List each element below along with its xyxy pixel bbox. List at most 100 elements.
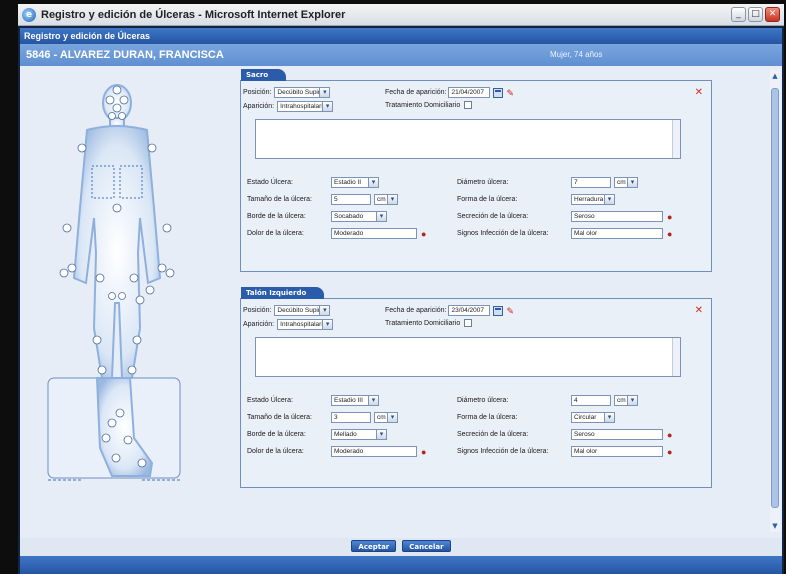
signos-input[interactable]: Mal olor: [571, 228, 663, 239]
calendar-icon[interactable]: [493, 87, 504, 98]
posicion-select[interactable]: Decúbito Supino: [274, 305, 331, 316]
bug-icon[interactable]: ●: [667, 212, 677, 222]
tratamiento-checkbox[interactable]: [464, 319, 473, 327]
point-elbow-left[interactable]: [62, 223, 72, 233]
point-head-top[interactable]: [112, 85, 122, 95]
secrecion-label: Secreción de la úlcera:: [457, 213, 529, 220]
point-toes[interactable]: [137, 458, 147, 468]
internet-explorer-icon: e: [22, 7, 36, 22]
bug-icon[interactable]: ●: [421, 447, 431, 457]
aceptar-button[interactable]: Aceptar: [351, 540, 397, 552]
tratamiento-checkbox[interactable]: [464, 101, 473, 109]
tamano-input[interactable]: 5: [331, 194, 371, 205]
forma-label: Forma de la úlcera:: [457, 414, 518, 421]
diametro-input[interactable]: 7: [571, 177, 611, 188]
point-wrist-right[interactable]: [157, 263, 167, 273]
scroll-down-icon[interactable]: ▼: [771, 522, 779, 530]
eraser-icon[interactable]: ✎: [506, 306, 516, 316]
tamano-unit-select[interactable]: cm: [374, 412, 398, 423]
point-head-left[interactable]: [105, 95, 115, 105]
posicion-select[interactable]: Decúbito Supino: [274, 87, 331, 98]
estado-select[interactable]: Estadio III: [331, 395, 379, 406]
eraser-icon[interactable]: ✎: [506, 88, 516, 98]
secrecion-input[interactable]: Seroso: [571, 429, 663, 440]
dolor-label: Dolor de la úlcera:: [247, 230, 304, 237]
point-chin-left[interactable]: [108, 112, 116, 120]
ulcer-tab-sacro[interactable]: Sacro: [241, 69, 287, 81]
minimize-button[interactable]: _: [731, 7, 746, 22]
point-shoulder-left[interactable]: [77, 143, 87, 153]
notes-scrollbar[interactable]: [672, 120, 680, 158]
diametro-input[interactable]: 4: [571, 395, 611, 406]
diametro-unit-select[interactable]: cm: [614, 395, 638, 406]
borde-select[interactable]: Socabado: [331, 211, 387, 222]
scroll-up-icon[interactable]: ▲: [771, 72, 779, 80]
point-wrist-left[interactable]: [67, 263, 77, 273]
dolor-input[interactable]: Moderado: [331, 446, 417, 457]
close-ulcer-icon[interactable]: ✕: [695, 87, 703, 98]
point-thigh-right-outer[interactable]: [145, 285, 155, 295]
tamano-label: Tamaño de la úlcera:: [247, 414, 312, 421]
point-head-right[interactable]: [119, 95, 129, 105]
point-chin-right[interactable]: [118, 112, 126, 120]
scroll-thumb[interactable]: [771, 88, 779, 508]
aparicion-select[interactable]: Intrahospitalaria: [277, 319, 334, 330]
app-content: Registro y edición de Úlceras 5846 - ALV…: [20, 28, 782, 574]
point-elbow-right[interactable]: [162, 223, 172, 233]
tamano-input[interactable]: 3: [331, 412, 371, 423]
point-heel-1[interactable]: [101, 433, 111, 443]
notes-textarea[interactable]: [255, 119, 681, 159]
diametro-label: Diámetro úlcera:: [457, 179, 509, 186]
bug-icon[interactable]: ●: [667, 430, 677, 440]
main-scrollbar[interactable]: ▲ ▼: [770, 70, 780, 532]
bug-icon[interactable]: ●: [667, 447, 677, 457]
point-hip-left[interactable]: [95, 273, 105, 283]
bug-icon[interactable]: ●: [421, 229, 431, 239]
point-foot-top[interactable]: [123, 435, 133, 445]
bug-icon[interactable]: ●: [667, 229, 677, 239]
point-shoulder-right[interactable]: [147, 143, 157, 153]
point-shin-right[interactable]: [127, 365, 137, 375]
notes-scrollbar[interactable]: [672, 338, 680, 376]
aparicion-select[interactable]: Intrahospitalaria: [277, 101, 334, 112]
point-hand-right[interactable]: [165, 268, 175, 278]
point-knee-right[interactable]: [132, 335, 142, 345]
point-abdomen[interactable]: [112, 203, 122, 213]
point-ankle-2[interactable]: [107, 418, 117, 428]
cancelar-button[interactable]: Cancelar: [402, 540, 451, 552]
close-ulcer-icon[interactable]: ✕: [695, 305, 703, 316]
forma-select[interactable]: Herradura: [571, 194, 615, 205]
point-knee-left[interactable]: [92, 335, 102, 345]
point-ankle-1[interactable]: [115, 408, 125, 418]
tamano-unit-select[interactable]: cm: [374, 194, 398, 205]
signos-input[interactable]: Mal olor: [571, 446, 663, 457]
close-window-button[interactable]: ✕: [765, 7, 780, 22]
point-hip-right[interactable]: [129, 273, 139, 283]
forma-select[interactable]: Circular: [571, 412, 615, 423]
point-heel-2[interactable]: [111, 453, 121, 463]
dolor-label: Dolor de la úlcera:: [247, 448, 304, 455]
point-shin-left[interactable]: [97, 365, 107, 375]
body-map[interactable]: [42, 78, 192, 498]
point-groin-right[interactable]: [118, 292, 126, 300]
point-face[interactable]: [112, 103, 122, 113]
estado-select[interactable]: Estadio II: [331, 177, 379, 188]
diametro-unit-select[interactable]: cm: [614, 177, 638, 188]
secrecion-label: Secreción de la úlcera:: [457, 431, 529, 438]
notes-textarea[interactable]: [255, 337, 681, 377]
point-hand-left[interactable]: [59, 268, 69, 278]
fecha-input[interactable]: 23/04/2007: [448, 305, 491, 316]
title-bar: e Registro y edición de Úlceras - Micros…: [18, 4, 784, 26]
calendar-icon[interactable]: [493, 305, 504, 316]
fecha-input[interactable]: 21/04/2007: [448, 87, 491, 98]
borde-select[interactable]: Mellado: [331, 429, 387, 440]
patient-name: 5846 - ALVAREZ DURAN, FRANCISCA: [26, 49, 224, 61]
point-groin-left[interactable]: [108, 292, 116, 300]
ulcer-tab-talon-izquierdo[interactable]: Talón Izquierdo: [241, 287, 325, 299]
point-thigh-right[interactable]: [135, 295, 145, 305]
estado-label: Estado Úlcera:: [247, 179, 293, 186]
human-silhouette: [72, 84, 162, 379]
maximize-button[interactable]: □: [748, 7, 763, 22]
secrecion-input[interactable]: Seroso: [571, 211, 663, 222]
dolor-input[interactable]: Moderado: [331, 228, 417, 239]
